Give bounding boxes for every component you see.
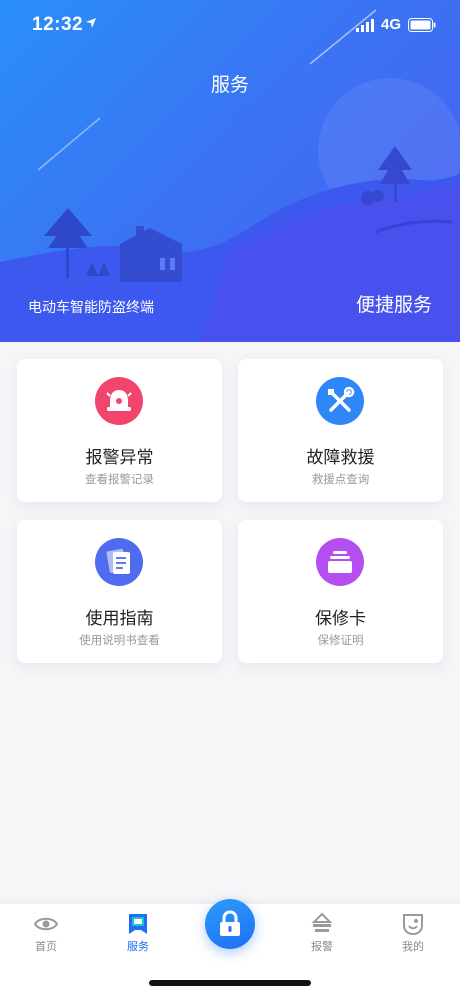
location-arrow-icon bbox=[86, 18, 96, 28]
tab-home[interactable]: 首页 bbox=[16, 912, 76, 954]
home-indicator bbox=[149, 980, 311, 986]
tab-label: 报警 bbox=[311, 941, 333, 953]
profile-icon bbox=[403, 914, 423, 936]
manual-icon bbox=[95, 538, 143, 586]
repair-tools-icon bbox=[316, 377, 364, 425]
warranty-card-icon bbox=[316, 538, 364, 586]
quick-service-label: 便捷服务 bbox=[355, 295, 432, 316]
hero-header: 12:32 4G 服务 电动车智能防盗终端 便捷服务 bbox=[0, 0, 460, 342]
card-fault-rescue[interactable]: 故障救援 救援点查询 bbox=[238, 359, 443, 502]
alarm-bell-icon bbox=[95, 377, 143, 425]
card-title: 使用指南 bbox=[85, 609, 154, 628]
card-user-guide[interactable]: 使用指南 使用说明书查看 bbox=[17, 520, 222, 663]
service-icon bbox=[129, 914, 147, 934]
eye-icon bbox=[34, 917, 58, 931]
tab-alarm[interactable]: 报警 bbox=[292, 912, 352, 954]
lock-button[interactable] bbox=[205, 899, 255, 949]
device-subtitle: 电动车智能防盗终端 bbox=[28, 299, 154, 315]
lock-icon bbox=[220, 910, 240, 936]
card-subtitle: 查看报警记录 bbox=[85, 474, 154, 486]
card-warranty[interactable]: 保修卡 保修证明 bbox=[238, 520, 443, 663]
status-bar: 12:32 4G bbox=[0, 14, 460, 38]
status-time: 12:32 bbox=[32, 14, 84, 35]
battery-icon bbox=[408, 18, 436, 32]
alarm-icon bbox=[311, 912, 333, 932]
tab-profile[interactable]: 我的 bbox=[383, 912, 443, 954]
page-title: 服务 bbox=[210, 75, 249, 96]
card-subtitle: 使用说明书查看 bbox=[79, 635, 160, 647]
card-title: 故障救援 bbox=[306, 448, 375, 467]
tab-label: 我的 bbox=[402, 941, 424, 953]
network-type: 4G bbox=[381, 16, 402, 33]
card-subtitle: 救援点查询 bbox=[311, 474, 370, 486]
card-subtitle: 保修证明 bbox=[317, 635, 364, 647]
card-alarm-abnormal[interactable]: 报警异常 查看报警记录 bbox=[17, 359, 222, 502]
tab-service[interactable]: 服务 bbox=[108, 912, 168, 954]
signal-strength-icon bbox=[356, 19, 374, 32]
tab-label: 首页 bbox=[35, 941, 57, 953]
card-title: 报警异常 bbox=[85, 448, 154, 467]
card-title: 保修卡 bbox=[315, 609, 366, 628]
tab-label: 服务 bbox=[127, 941, 149, 953]
